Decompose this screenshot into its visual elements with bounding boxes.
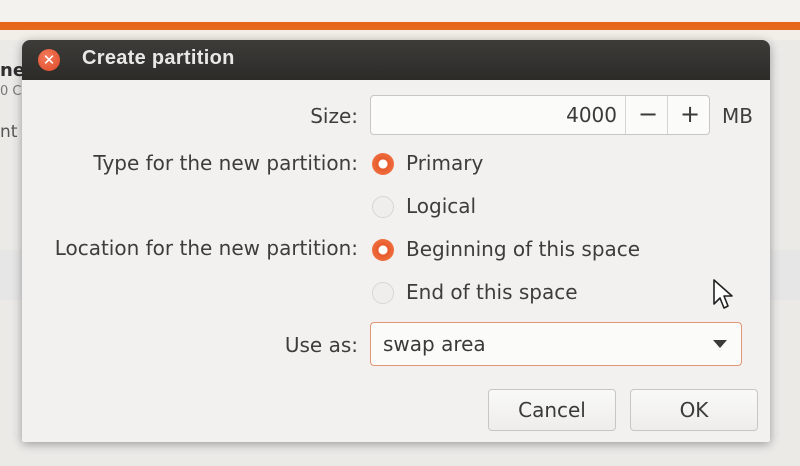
use-as-value: swap area [383,332,486,356]
cancel-button[interactable]: Cancel [488,389,616,431]
use-as-dropdown[interactable]: swap area [370,322,742,366]
size-input[interactable]: 4000 [371,96,617,134]
create-partition-dialog: ✕ Create partition Size: 4000 − + MB Typ… [22,40,770,442]
increment-button[interactable]: + [667,96,712,134]
background-text-fragment: nt [0,122,18,142]
size-label: Size: [310,104,358,128]
mouse-cursor-icon [713,279,733,309]
type-label: Type for the new partition: [93,151,358,175]
radio-end[interactable] [372,282,394,304]
background-window-header [0,0,800,40]
radio-primary-label[interactable]: Primary [406,151,483,175]
background-text-fragment: 0 C [0,84,22,99]
radio-beginning[interactable] [372,239,394,261]
chevron-down-icon [713,340,727,348]
radio-primary[interactable] [372,153,394,175]
dialog-title: Create partition [82,47,235,69]
ok-button[interactable]: OK [630,389,758,431]
location-label: Location for the new partition: [54,236,358,260]
close-icon[interactable]: ✕ [38,49,60,71]
radio-logical[interactable] [372,196,394,218]
size-unit: MB [722,104,753,128]
radio-end-label[interactable]: End of this space [406,280,578,304]
size-spinbutton: 4000 − + [370,95,710,135]
radio-beginning-label[interactable]: Beginning of this space [406,237,640,261]
decrement-button[interactable]: − [625,96,670,134]
radio-logical-label[interactable]: Logical [406,194,476,218]
use-as-label: Use as: [284,333,358,357]
dialog-titlebar: ✕ Create partition [22,40,770,80]
